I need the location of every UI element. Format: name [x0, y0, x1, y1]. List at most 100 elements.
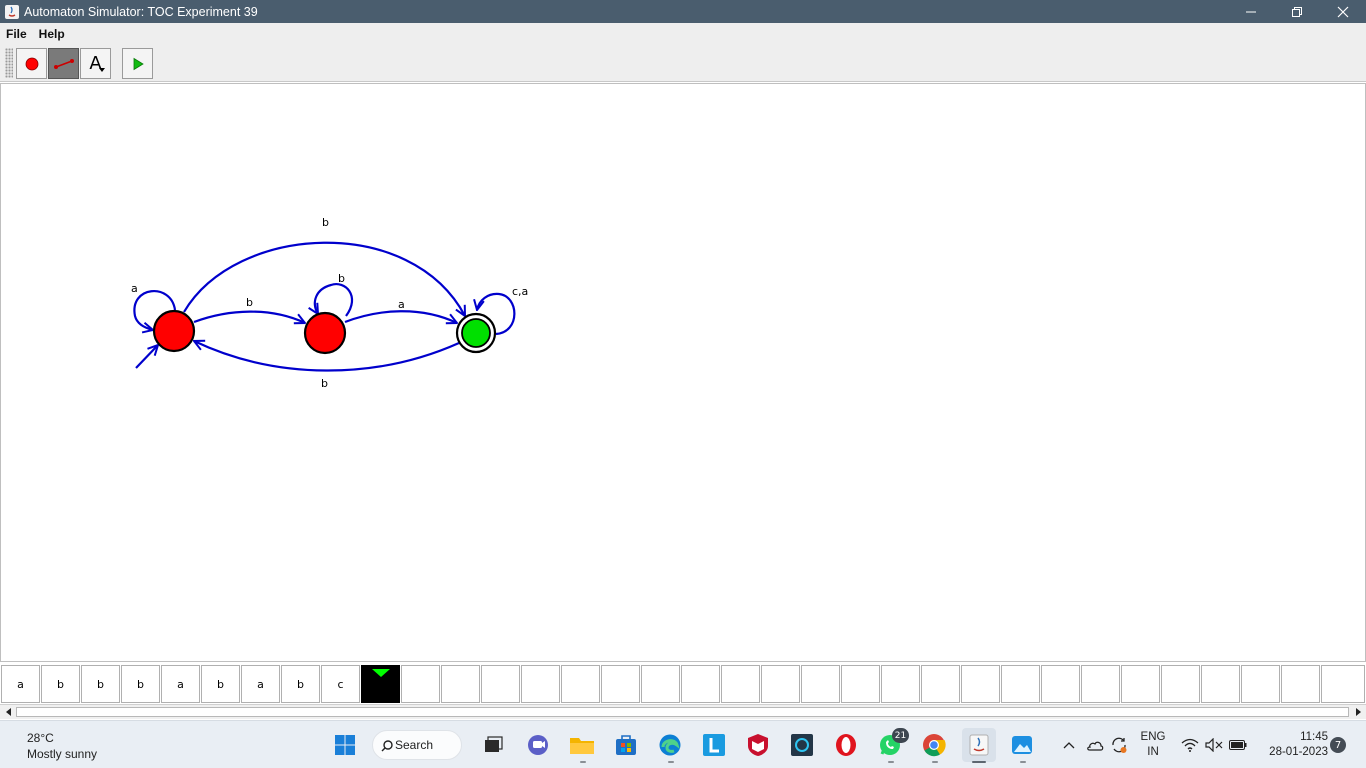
tape-cell[interactable]: a [161, 665, 200, 703]
tape-cell-empty[interactable] [1041, 665, 1080, 703]
close-button[interactable] [1320, 0, 1366, 23]
tape-cell[interactable]: b [281, 665, 320, 703]
state-q1[interactable] [303, 311, 347, 355]
tape-cell[interactable]: a [1, 665, 40, 703]
tape-cell-empty[interactable] [601, 665, 640, 703]
tape-cell-empty[interactable] [1241, 665, 1280, 703]
menu-file[interactable]: File [0, 27, 33, 41]
tape-cell-empty[interactable] [681, 665, 720, 703]
search-label: Search [395, 738, 434, 752]
restore-button[interactable] [1274, 0, 1320, 23]
chrome-button[interactable] [920, 731, 948, 759]
region-code: IN [1147, 746, 1159, 758]
label-q0-q1: b [246, 296, 253, 309]
transition-q0-q1[interactable] [193, 310, 305, 323]
tape-cell-empty[interactable] [481, 665, 520, 703]
tape-cell-empty[interactable] [1201, 665, 1240, 703]
tape-cell[interactable]: b [201, 665, 240, 703]
java-app-taskbar-button[interactable] [962, 728, 996, 762]
show-hidden-icons-button[interactable] [1058, 731, 1080, 759]
tape-cell-empty[interactable] [1321, 665, 1365, 703]
clock-time: 11:45 [1300, 731, 1328, 743]
teams-chat-button[interactable] [524, 731, 552, 759]
onedrive-button[interactable] [1083, 731, 1107, 759]
tape-symbol: a [17, 677, 24, 691]
tape-cell-empty[interactable] [401, 665, 440, 703]
tape-cell-empty[interactable] [961, 665, 1000, 703]
alexa-button[interactable] [788, 731, 816, 759]
task-view-button[interactable] [479, 731, 507, 759]
running-indicator [1020, 761, 1026, 763]
cloud-icon [1087, 741, 1104, 751]
transition-q1-q2[interactable] [344, 310, 457, 323]
clock[interactable]: 11:45 28-01-2023 [1256, 730, 1328, 760]
diagram-canvas[interactable]: a b b b a c,a b [0, 83, 1366, 662]
add-state-tool-button[interactable] [16, 48, 47, 79]
l-app-button[interactable] [700, 731, 728, 759]
input-language-indicator[interactable]: ENG IN [1137, 730, 1169, 760]
label-q1-q2: a [398, 298, 405, 311]
weather-widget[interactable]: 28°C Mostly sunny [27, 730, 97, 762]
alexa-icon [791, 734, 813, 756]
label-q2-q0: b [321, 377, 328, 390]
tape-cell-empty[interactable] [641, 665, 680, 703]
tape-cell-empty[interactable] [1281, 665, 1320, 703]
tape-cell-empty[interactable] [841, 665, 880, 703]
tape-cell-empty[interactable] [1121, 665, 1160, 703]
l-app-icon [703, 734, 725, 756]
photos-button[interactable] [1008, 731, 1036, 759]
battery-button[interactable] [1226, 731, 1250, 759]
transition-q0-q2-top[interactable] [183, 241, 465, 316]
automaton-diagram[interactable]: a b b b a c,a b [1, 84, 1365, 661]
chevron-up-icon [1063, 742, 1075, 749]
scrollbar-thumb[interactable] [16, 707, 1349, 717]
file-explorer-button[interactable] [568, 731, 596, 759]
scroll-right-button[interactable] [1350, 705, 1365, 719]
state-q0[interactable] [152, 309, 196, 353]
start-button[interactable] [331, 731, 359, 759]
restore-icon [1292, 6, 1302, 17]
tape-symbol: a [257, 677, 264, 691]
volume-button[interactable] [1202, 731, 1226, 759]
taskbar-search[interactable]: Search [372, 730, 462, 760]
tape-cell[interactable]: b [81, 665, 120, 703]
tape-cell-empty[interactable] [881, 665, 920, 703]
tape-cell[interactable]: c [321, 665, 360, 703]
close-icon [1337, 6, 1349, 17]
tape-cell-empty[interactable] [721, 665, 760, 703]
label-q1-q1: b [338, 272, 345, 285]
run-simulation-button[interactable] [122, 48, 153, 79]
minimize-button[interactable] [1228, 0, 1274, 23]
opera-button[interactable] [832, 731, 860, 759]
tape-cell-empty[interactable] [441, 665, 480, 703]
scroll-left-button[interactable] [1, 705, 16, 719]
tape-cell[interactable]: b [121, 665, 160, 703]
toolbar-grip[interactable] [5, 48, 13, 78]
state-circle-icon [25, 57, 38, 70]
tape-cell[interactable]: b [41, 665, 80, 703]
transition-q1-q1[interactable] [315, 282, 354, 317]
mcafee-button[interactable] [744, 731, 772, 759]
tape-cell-empty[interactable] [1001, 665, 1040, 703]
tape-cell-empty[interactable] [921, 665, 960, 703]
edge-browser-button[interactable] [656, 731, 684, 759]
input-tape[interactable]: a b b b a b a b c [0, 664, 1366, 704]
add-transition-tool-button[interactable] [48, 48, 79, 79]
tape-cell-empty[interactable] [561, 665, 600, 703]
tape-head-cell[interactable] [361, 665, 400, 703]
tape-cell-empty[interactable] [761, 665, 800, 703]
scroll-left-icon [5, 708, 11, 716]
java-icon [969, 734, 989, 756]
text-tool-button[interactable]: A [80, 48, 111, 79]
tape-cell-empty[interactable] [1161, 665, 1200, 703]
notification-count-badge[interactable]: 7 [1330, 737, 1346, 753]
tape-scrollbar[interactable] [0, 704, 1366, 719]
sync-status-button[interactable] [1107, 731, 1131, 759]
tape-cell-empty[interactable] [801, 665, 840, 703]
microsoft-store-button[interactable] [612, 731, 640, 759]
menu-help[interactable]: Help [33, 27, 71, 41]
network-button[interactable] [1178, 731, 1202, 759]
tape-cell-empty[interactable] [1081, 665, 1120, 703]
tape-cell[interactable]: a [241, 665, 280, 703]
tape-cell-empty[interactable] [521, 665, 560, 703]
